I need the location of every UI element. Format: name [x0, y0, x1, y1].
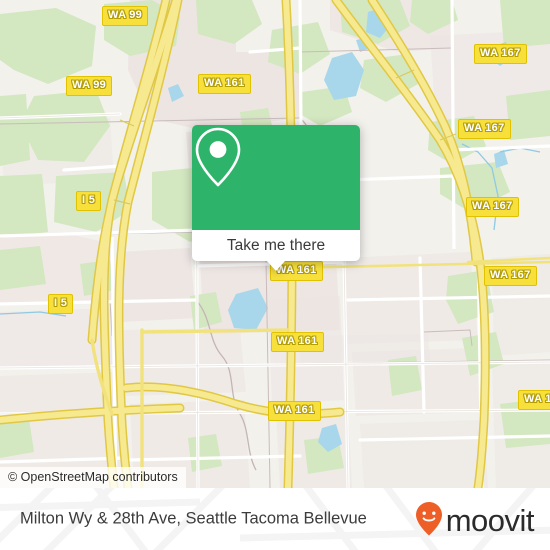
take-me-there-label: Take me there: [226, 236, 326, 254]
road-shield: WA 161: [271, 332, 324, 352]
road-shield: WA 167: [474, 44, 527, 64]
road-shield: WA 161: [268, 401, 321, 421]
take-me-there-button[interactable]: Take me there: [192, 230, 360, 261]
moovit-wordmark: moovit: [445, 502, 535, 538]
road-shield: WA 167: [458, 119, 511, 139]
road-shield: WA 161: [198, 74, 251, 94]
moovit-map-screen: WA 99 WA 99 WA 161 WA 167 WA 167 WA 167 I 5 I 5…: [0, 0, 550, 550]
road-shield: WA 99: [66, 76, 113, 96]
road-shield: WA 167: [466, 197, 519, 217]
road-shield: WA 167: [484, 266, 537, 286]
road-shield: WA 16: [518, 390, 550, 410]
popup-image-area: [192, 125, 360, 230]
moovit-pin-icon: [415, 502, 442, 536]
road-shield: WA 99: [102, 6, 149, 26]
location-popup-card[interactable]: Take me there: [192, 125, 360, 271]
popup-pointer: [267, 261, 285, 271]
moovit-logo[interactable]: moovit: [414, 501, 535, 538]
place-title: Milton Wy & 28th Ave, Seattle Tacoma Bel…: [20, 509, 367, 528]
map-attribution[interactable]: © OpenStreetMap contributors: [0, 467, 186, 488]
footer-bar: Milton Wy & 28th Ave, Seattle Tacoma Bel…: [0, 488, 550, 550]
attribution-text: © OpenStreetMap contributors: [8, 470, 178, 484]
road-shield: I 5: [48, 294, 74, 314]
road-shield: I 5: [76, 191, 102, 211]
map-pin-icon: [195, 127, 241, 187]
map-canvas[interactable]: WA 99 WA 99 WA 161 WA 167 WA 167 WA 167 I 5 I 5…: [0, 0, 550, 488]
